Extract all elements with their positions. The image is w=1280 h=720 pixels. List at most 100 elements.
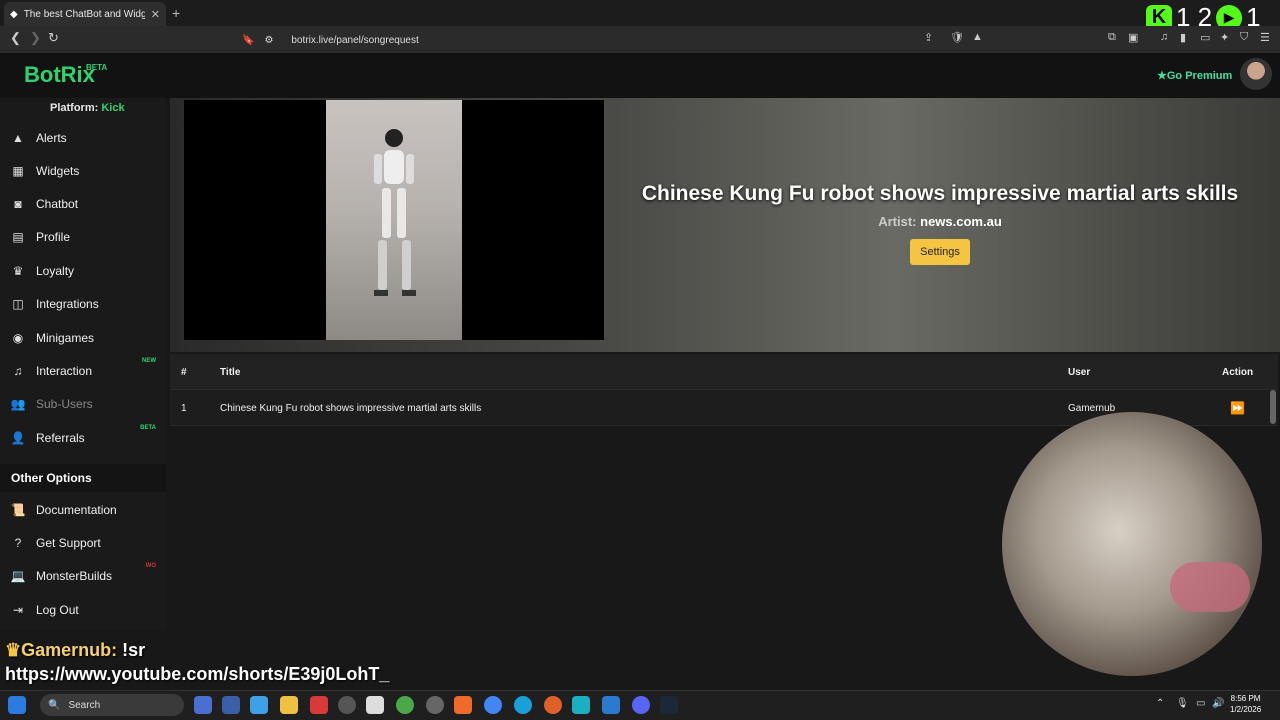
app-icon[interactable] bbox=[222, 696, 240, 714]
user-group-icon: 👤 bbox=[10, 431, 26, 445]
sidebar-item-integrations[interactable]: ◫ Integrations bbox=[0, 289, 166, 319]
sidebar-item-widgets[interactable]: ▦ Widgets bbox=[0, 156, 166, 186]
col-title-header: Title bbox=[220, 367, 241, 378]
url-bar[interactable]: 🔖 ⚙ botrix.live/panel/songrequest bbox=[242, 30, 992, 50]
wo-badge: WO bbox=[145, 563, 156, 569]
sidebar-item-profile[interactable]: ▤ Profile bbox=[0, 222, 166, 252]
task-view-icon[interactable] bbox=[194, 696, 212, 714]
leo-icon[interactable]: ✦ bbox=[1220, 31, 1229, 44]
gamepad-icon: ◉ bbox=[12, 331, 24, 345]
sidebar-item-label: Sub-Users bbox=[36, 397, 93, 411]
row-user: Gamernub bbox=[1068, 403, 1116, 414]
tray-chevron-icon[interactable]: ⌃ bbox=[1156, 698, 1164, 709]
sidebar-item-interaction[interactable]: ♫ Interaction NEW bbox=[0, 356, 166, 386]
app-icon[interactable] bbox=[366, 696, 384, 714]
discord-icon[interactable] bbox=[632, 696, 650, 714]
sidebar-item-loyalty[interactable]: ♛ Loyalty bbox=[0, 256, 166, 286]
plug-icon: ◫ bbox=[12, 297, 24, 311]
volume-icon[interactable]: 🔊 bbox=[1212, 698, 1224, 709]
wallet-icon[interactable]: ▭ bbox=[1200, 31, 1210, 44]
back-icon[interactable]: ❮ bbox=[10, 30, 21, 46]
sidebar-item-label: Integrations bbox=[36, 297, 99, 311]
vscode-icon[interactable] bbox=[602, 696, 620, 714]
sidebar-item-label: Widgets bbox=[36, 164, 80, 178]
row-number: 1 bbox=[181, 403, 187, 414]
chat-command: !sr bbox=[122, 640, 146, 660]
avatar[interactable] bbox=[1240, 58, 1272, 90]
arduino-icon[interactable] bbox=[572, 696, 590, 714]
edge-icon[interactable] bbox=[514, 696, 532, 714]
settings-button[interactable]: Settings bbox=[910, 239, 970, 265]
menu-icon[interactable]: ☰ bbox=[1260, 31, 1270, 44]
sidebar-item-minigames[interactable]: ◉ Minigames bbox=[0, 323, 166, 353]
sidebar-item-referrals[interactable]: 👤 Referrals BETA bbox=[0, 423, 166, 453]
brave-shield-icon[interactable]: 🛡 bbox=[950, 31, 964, 44]
new-tab-button[interactable]: + bbox=[172, 5, 180, 21]
sidebar-toggle-icon[interactable]: ▮ bbox=[1180, 31, 1186, 44]
clock-time: 8:56 PM bbox=[1230, 694, 1261, 703]
scrollbar[interactable] bbox=[1270, 390, 1276, 424]
sidebar-item-documentation[interactable]: 📜 Documentation bbox=[0, 495, 166, 525]
grid-icon: ▦ bbox=[12, 164, 24, 178]
go-premium-label: Go Premium bbox=[1166, 70, 1233, 82]
app-icon[interactable] bbox=[426, 696, 444, 714]
screenshot-icon[interactable]: ▣ bbox=[1128, 31, 1138, 44]
network-icon[interactable]: ▭ bbox=[1196, 698, 1205, 709]
col-number-header: # bbox=[181, 367, 187, 378]
taskbar-search[interactable]: 🔍 Search bbox=[40, 694, 184, 716]
chat-username: Gamernub: bbox=[21, 640, 118, 660]
taskbar-clock[interactable]: 8:56 PM 1/2/2026 bbox=[1230, 693, 1261, 715]
site-favicon-icon: ◆ bbox=[10, 8, 18, 20]
sidebar-item-log-out[interactable]: ⇥ Log Out bbox=[0, 595, 166, 625]
sidebar-item-chatbot[interactable]: ◙ Chatbot bbox=[0, 189, 166, 219]
sidebar-item-label: MonsterBuilds bbox=[36, 569, 113, 583]
music-note-icon: ♫ bbox=[13, 364, 23, 378]
sidebar-item-label: Profile bbox=[36, 230, 71, 244]
crown-icon: ♛ bbox=[5, 640, 22, 660]
music-icon[interactable]: ♫ bbox=[1160, 31, 1168, 43]
clock-date: 1/2/2026 bbox=[1230, 705, 1262, 714]
forward-icon[interactable]: ❯ bbox=[30, 30, 41, 46]
sidebar-item-label: Referrals bbox=[36, 431, 85, 445]
app-icon[interactable] bbox=[310, 696, 328, 714]
site-info-icon[interactable]: ⚙ bbox=[264, 35, 273, 46]
row-title: Chinese Kung Fu robot shows impressive m… bbox=[220, 403, 482, 414]
app-icon[interactable] bbox=[396, 696, 414, 714]
skip-forward-icon[interactable]: ⏩ bbox=[1230, 401, 1245, 415]
botrix-logo[interactable]: BotRix bbox=[24, 62, 95, 88]
sidebar-item-label: Get Support bbox=[36, 536, 101, 550]
share-icon[interactable]: ⇪ bbox=[924, 31, 933, 44]
app-icon[interactable] bbox=[338, 696, 356, 714]
star-icon: ★ bbox=[1157, 70, 1167, 82]
other-options-heading: Other Options bbox=[0, 464, 166, 492]
steam-icon[interactable] bbox=[660, 696, 678, 714]
now-playing-title: Chinese Kung Fu robot shows impressive m… bbox=[641, 182, 1239, 205]
robot-figure bbox=[374, 129, 416, 296]
sidebar-item-monsterbuilds[interactable]: 💻 MonsterBuilds WO bbox=[0, 561, 166, 591]
search-label: Search bbox=[68, 699, 101, 711]
sidebar-item-label: Log Out bbox=[36, 603, 79, 617]
browser-tab[interactable]: ◆ The best ChatBot and Widge ✕ bbox=[4, 2, 166, 26]
chrome-icon[interactable] bbox=[484, 696, 502, 714]
extensions-icon[interactable]: ⧉ bbox=[1108, 31, 1116, 44]
sidebar-item-sub-users[interactable]: 👥 Sub-Users bbox=[0, 389, 166, 419]
close-tab-icon[interactable]: ✕ bbox=[151, 8, 160, 21]
brave-browser-icon[interactable] bbox=[454, 696, 472, 714]
vpn-icon[interactable]: ⛉ bbox=[1240, 31, 1248, 44]
platform-label: Platform: bbox=[50, 102, 99, 114]
id-card-icon: ▤ bbox=[12, 230, 24, 244]
reload-icon[interactable]: ↻ bbox=[48, 30, 59, 46]
go-premium-link[interactable]: ★Go Premium bbox=[1157, 69, 1232, 82]
now-playing-artist: Artist: news.com.au bbox=[620, 214, 1260, 229]
app-icon[interactable] bbox=[250, 696, 268, 714]
firefox-icon[interactable] bbox=[544, 696, 562, 714]
sidebar-item-alerts[interactable]: ▲ Alerts bbox=[0, 123, 166, 153]
start-icon[interactable] bbox=[8, 696, 26, 714]
beta-badge: BETA bbox=[140, 425, 156, 431]
bookmark-icon[interactable]: 🔖 bbox=[242, 35, 254, 46]
brave-rewards-icon[interactable]: ▲ bbox=[972, 31, 983, 43]
microphone-icon[interactable]: 🎙 bbox=[1176, 698, 1189, 709]
sidebar-item-get-support[interactable]: ? Get Support bbox=[0, 528, 166, 558]
book-icon: 📜 bbox=[10, 503, 26, 517]
file-explorer-icon[interactable] bbox=[280, 696, 298, 714]
